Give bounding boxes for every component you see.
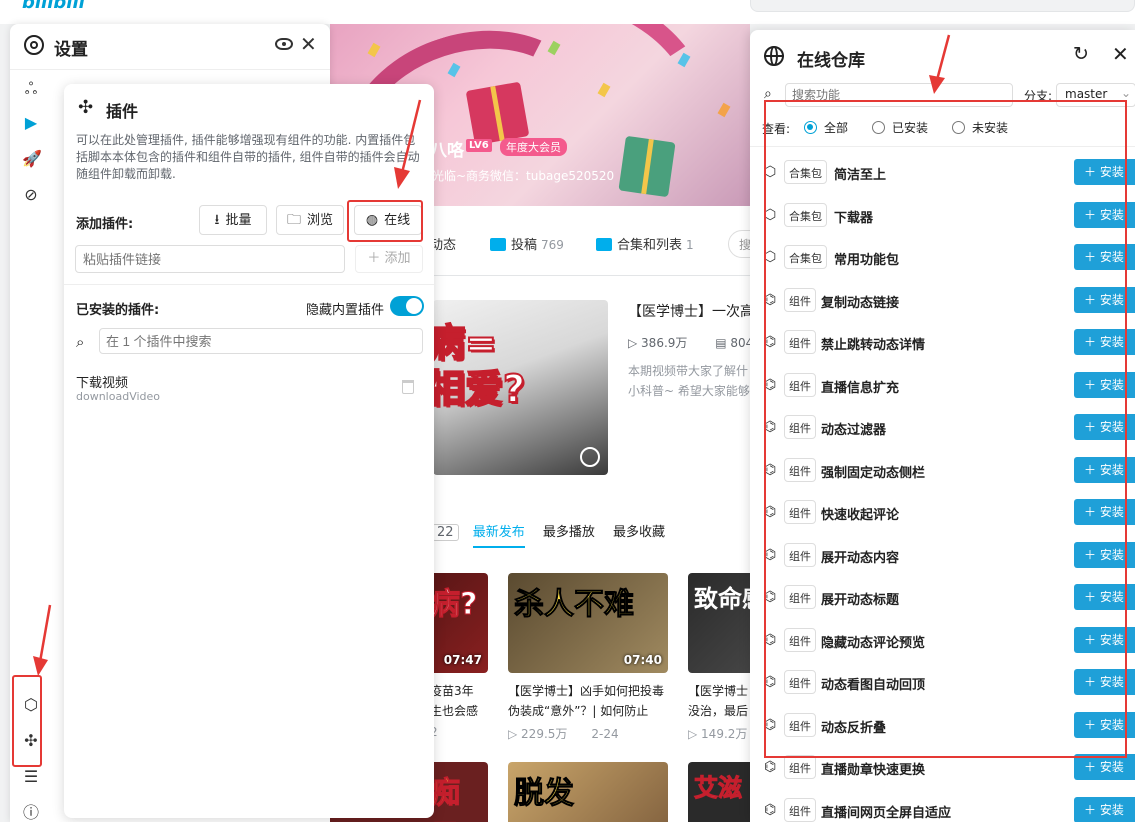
feature-video-desc: 本期视频带大家了解什 小科普~ 希望大家能够 [628,364,750,398]
tab-most-favorited[interactable]: 最多收藏 [613,525,665,540]
video-count: 22 [432,524,459,541]
refresh-icon[interactable]: ↻ [1073,44,1089,64]
divider [64,284,434,285]
repo-item: ⌬ 组件 直播间网页全屏自适应 ＋ 安装 [750,790,1135,822]
video-icon [490,238,506,251]
vip-badge: 年度大会员 [500,138,567,156]
component-icon: ⌬ [764,801,777,818]
gift-box-icon [465,81,530,146]
video-card[interactable]: 杀人不难 07:40 【医学博士】凶手如何把投毒 伪装成“意外”？| 如何防止 ▷… [508,573,668,742]
annotation-arrow [33,604,52,676]
plugin-item-name: 下载视频 [76,376,129,391]
repo-item-type-tag: 组件 [784,755,816,779]
rail-highlight-box [12,675,42,767]
feature-video-thumb[interactable]: 病= 相爱? [433,300,608,475]
chevron-down-icon: ⌄ [1120,86,1131,100]
puzzle-icon: ✣ [78,97,94,118]
online-highlight-box [347,200,423,242]
compass-icon[interactable]: ⊘ [22,186,40,204]
add-plugin-label: 添加插件: [76,217,134,232]
hide-builtin-label: 隐藏内置插件 [306,303,385,318]
repo-item-name: 直播勋章快速更换 [821,763,926,778]
plugin-panel-title: 插件 [106,102,139,121]
video-sort-tabs: 22 最新发布 最多播放 最多收藏 [432,521,679,548]
eye-icon[interactable] [275,38,293,50]
sliders-icon[interactable]: ☰ [22,768,40,786]
feature-video-stats: ▷ 386.9万 ▤ 804 [628,336,754,350]
close-icon[interactable]: ✕ [300,34,317,54]
repo-list-highlight-box [764,100,1127,758]
repo-item-name: 直播间网页全屏自适应 [821,805,952,821]
settings-icon [24,35,44,55]
play-icon [580,447,600,467]
repo-title: 在线仓库 [797,51,865,71]
nav-collections[interactable]: 合集和列表 1 [596,234,694,253]
play-count-icon: ▷ [628,336,642,350]
batch-button[interactable]: ⭳ 批量 [199,205,267,235]
playlist-icon [596,238,612,251]
tab-latest[interactable]: 最新发布 [472,525,525,548]
browse-button[interactable]: 🗀 浏览 [276,205,344,235]
globe-icon [764,46,784,66]
video-card[interactable]: 脱发 [508,762,668,822]
level-badge: LV6 [466,139,492,152]
plugin-link-input[interactable] [75,245,345,273]
plugin-panel: ✣ 插件 可以在此处管理插件, 插件能够增强现有组件的功能. 内置插件包括脚本本… [64,84,434,818]
video-card[interactable]: 致命感 【医学博士没治，最后 ▷ 149.2万 [688,573,750,742]
repo-item-type-tag: 组件 [784,797,816,822]
gift-box-icon [618,135,676,198]
component-icon: ⌬ [764,759,777,775]
plugin-item-id: downloadVideo [76,390,161,403]
nav-uploads[interactable]: 投稿 769 [490,234,564,253]
up-name[interactable]: 八咯 [430,136,464,161]
settings-header: 设置 ✕ [10,24,330,70]
thumb-caption: 病= 相爱? [433,320,526,412]
trash-icon[interactable] [402,380,414,394]
video-play-icon[interactable]: ▶ [22,114,40,132]
close-icon[interactable]: ✕ [1112,44,1129,64]
site-logo[interactable]: bilibili [22,0,85,13]
tab-most-played[interactable]: 最多播放 [543,525,595,540]
info-icon[interactable]: ⓘ [22,804,40,822]
video-card[interactable]: 艾滋 [688,762,750,822]
plugin-search-input[interactable] [99,328,423,354]
hide-builtin-toggle[interactable] [390,296,424,316]
feature-video-title[interactable]: 【医学博士】一次高 [628,301,754,321]
settings-title: 设置 [54,40,88,60]
play-count-icon: ▷ [508,727,522,741]
up-signature: 光临~商务微信：tubage520520 [432,169,615,183]
top-search-box[interactable] [750,0,1135,12]
components-icon[interactable]: ஃ [22,80,40,98]
annotation-arrow [394,99,422,189]
install-button[interactable]: ＋ 安装 [1074,796,1135,822]
plugin-panel-description: 可以在此处管理插件, 插件能够增强现有组件的功能. 内置插件包括脚本本体包含的插… [76,133,420,181]
add-button[interactable]: ＋ 添加 [355,245,423,273]
installed-plugins-label: 已安装的插件: [76,303,160,318]
danmaku-icon: ▤ [715,336,731,350]
annotation-arrow [929,34,951,94]
download-icon: ⭳ [214,212,220,228]
rocket-icon[interactable]: 🚀 [22,150,42,168]
search-icon: ⌕ [76,333,85,351]
play-count-icon: ▷ [688,727,702,741]
folder-icon: 🗀 [286,212,301,228]
